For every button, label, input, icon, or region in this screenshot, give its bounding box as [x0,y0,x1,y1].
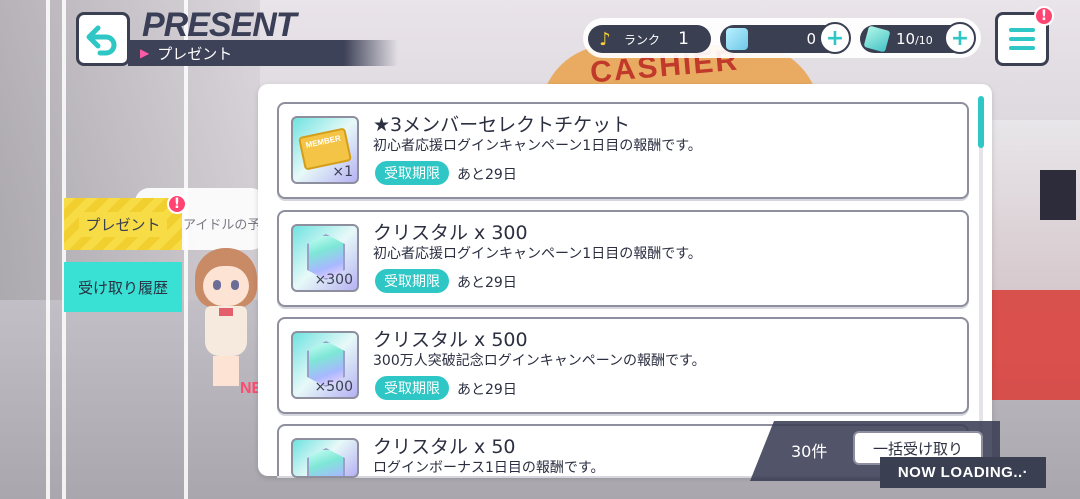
crystal-icon: ×300 [291,224,359,292]
add-stamina-button[interactable]: + [944,22,976,54]
tab-history-label: 受け取り履歴 [77,278,168,297]
back-arrow-icon [86,25,117,56]
item-quantity: ×1 [332,164,353,180]
limit-badge: 受取期限 [375,161,449,185]
plus-icon: + [950,25,970,51]
present-item[interactable]: MEMBER ×1 ★3メンバーセレクトチケット 初心者応援ログインキャンペーン… [277,102,969,199]
present-alert-badge: ! [167,194,187,214]
loading-indicator: NOW LOADING..· [880,457,1046,488]
page-subtitle-label: プレゼント [157,44,233,63]
background-poster [1040,170,1076,220]
present-item[interactable]: ×500 クリスタル x 500 300万人突破記念ログインキャンペーンの報酬で… [277,317,969,414]
crystal-icon: ×500 [291,331,359,399]
menu-alert-badge: ! [1034,6,1054,26]
tab-present[interactable]: プレゼント [64,198,182,250]
item-title: クリスタル x 300 [373,222,528,244]
music-note-icon: ♪ [594,28,616,50]
hamburger-icon [1009,28,1035,32]
rank-display: ♪ ランク 1 [588,25,711,53]
item-title: ★3メンバーセレクトチケット [373,114,631,136]
back-button[interactable] [76,12,130,66]
tab-present-label: プレゼント [79,211,167,237]
item-quantity: ×300 [314,272,353,288]
character-sprite [185,248,265,398]
tab-history[interactable]: 受け取り履歴 [64,262,182,312]
present-count: 30件 [791,442,828,461]
item-title: クリスタル x 500 [373,329,528,351]
background-counter [990,290,1080,400]
crystal-icon [726,28,748,50]
stamina-ticket-icon [863,25,891,53]
limit-badge: 受取期限 [375,376,449,400]
item-description: 300万人突破記念ログインキャンペーンの報酬です。 [373,353,706,369]
page-subtitle: ▶ プレゼント [128,40,398,66]
rank-value: 1 [678,29,689,49]
scrollbar-thumb[interactable] [978,96,984,148]
crystal-value: 0 [806,30,816,48]
limit-remaining: あと29日 [457,275,517,291]
triangle-icon: ▶ [140,46,150,60]
item-quantity: ×500 [314,379,353,395]
item-title: クリスタル x 50 [373,436,516,458]
limit-remaining: あと29日 [457,167,517,183]
member-ticket-icon: MEMBER ×1 [291,116,359,184]
rank-label: ランク [624,32,661,47]
background-stripe [46,0,50,499]
limit-remaining: あと29日 [457,382,517,398]
item-description: 初心者応援ログインキャンペーン1日目の報酬です。 [373,246,702,262]
item-description: ログインボーナス1日目の報酬です。 [373,460,605,476]
present-item[interactable]: ×300 クリスタル x 300 初心者応援ログインキャンペーン1日目の報酬です… [277,210,969,307]
limit-badge: 受取期限 [375,269,449,293]
speech-text: アイドルの予 [183,218,261,233]
item-description: 初心者応援ログインキャンペーン1日目の報酬です。 [373,138,702,154]
scrollbar-track[interactable] [979,98,983,468]
stamina-value: 10/10 [896,30,933,48]
crystal-icon [291,438,359,478]
plus-icon: + [825,25,845,51]
add-crystal-button[interactable]: + [819,22,851,54]
